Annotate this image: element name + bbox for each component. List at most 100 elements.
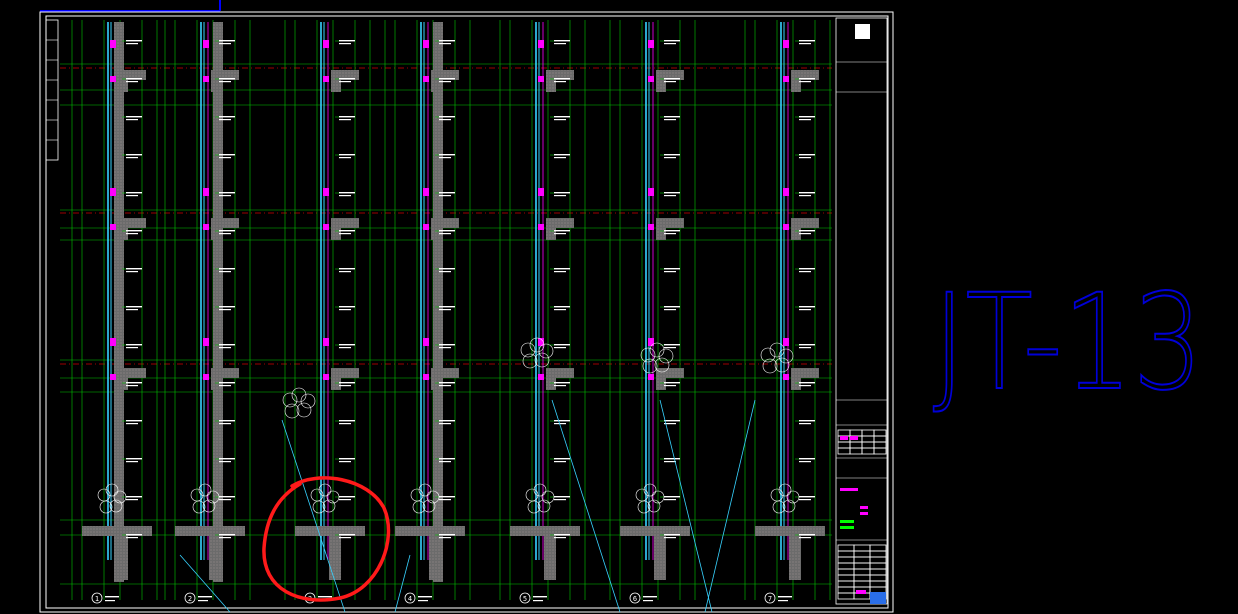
annotation-text	[664, 420, 680, 422]
annotation-text	[219, 344, 235, 346]
anchor-block	[203, 374, 209, 380]
detail-number: 4	[408, 595, 412, 603]
annotation-text	[439, 382, 455, 384]
annotation-text	[439, 385, 451, 387]
annotation-text	[799, 233, 811, 235]
detail-number: 6	[633, 595, 637, 603]
annotation-text	[339, 233, 351, 235]
annotation-text	[799, 309, 811, 311]
floor-slab	[118, 218, 146, 228]
annotation-text	[554, 230, 570, 232]
annotation-text	[219, 192, 235, 194]
annotation-text	[439, 192, 455, 194]
annotation-text	[219, 119, 231, 121]
annotation-text	[339, 154, 355, 156]
concrete-wall	[213, 22, 223, 582]
annotation-text	[126, 43, 138, 45]
annotation-text	[339, 461, 351, 463]
anchor-block	[323, 338, 329, 346]
annotation-text	[664, 195, 676, 197]
annotation-text	[439, 154, 455, 156]
annotation-text	[339, 81, 351, 83]
annotation-text	[799, 157, 811, 159]
annotation-text	[799, 344, 815, 346]
detail-caption	[418, 596, 432, 598]
concrete-wall	[114, 22, 124, 582]
annotation-text	[664, 534, 680, 536]
annotation-text	[664, 382, 680, 384]
annotation-text	[554, 461, 566, 463]
annotation-text	[339, 499, 351, 501]
annotation-text	[219, 499, 231, 501]
annotation-text	[554, 385, 566, 387]
anchor-block	[110, 40, 116, 48]
annotation-text	[219, 347, 231, 349]
anchor-block	[538, 374, 544, 380]
annotation-text	[339, 192, 355, 194]
annotation-text	[339, 537, 351, 539]
annotation-text	[554, 458, 570, 460]
annotation-text	[126, 192, 142, 194]
annotation-text	[339, 157, 351, 159]
annotation-text	[126, 81, 138, 83]
annotation-text	[799, 461, 811, 463]
annotation-text	[554, 499, 566, 501]
annotation-text	[219, 534, 235, 536]
annotation-text	[126, 306, 142, 308]
anchor-block	[323, 76, 329, 82]
anchor-block	[110, 224, 116, 230]
floor-slab	[431, 218, 459, 228]
anchor-block	[323, 188, 329, 196]
annotation-text	[339, 420, 355, 422]
base-pier	[654, 536, 666, 580]
annotation-text	[554, 268, 570, 270]
annotation-text	[554, 192, 570, 194]
annotation-text	[339, 268, 355, 270]
annotation-text	[439, 233, 451, 235]
annotation-text	[799, 420, 815, 422]
anchor-block	[323, 374, 329, 380]
annotation-text	[554, 116, 570, 118]
annotation-text	[439, 496, 455, 498]
anchor-block	[783, 40, 789, 48]
annotation-text	[664, 499, 676, 501]
anchor-block	[423, 224, 429, 230]
anchor-block	[648, 188, 654, 196]
annotation-text	[664, 496, 680, 498]
annotation-text	[126, 347, 138, 349]
annotation-text	[219, 78, 235, 80]
annotation-text	[554, 40, 570, 42]
slab-beam	[211, 378, 221, 390]
floor-slab	[546, 368, 574, 378]
annotation-text	[339, 458, 355, 460]
annotation-text	[126, 461, 138, 463]
anchor-block	[538, 76, 544, 82]
annotation-text	[439, 116, 455, 118]
detail-caption	[643, 596, 657, 598]
annotation-text	[219, 385, 231, 387]
floor-slab	[656, 218, 684, 228]
annotation-text	[439, 81, 451, 83]
annotation-text	[219, 116, 235, 118]
anchor-block	[648, 76, 654, 82]
floor-slab	[331, 218, 359, 228]
anchor-block	[110, 188, 116, 196]
annotation-text	[664, 40, 680, 42]
annotation-text	[219, 233, 231, 235]
annotation-text	[664, 306, 680, 308]
annotation-text	[799, 347, 811, 349]
annotation-text	[554, 271, 566, 273]
annotation-text	[554, 119, 566, 121]
slab-beam	[791, 378, 801, 390]
annotation-text	[339, 382, 355, 384]
drawing-number-label: JT-13	[933, 266, 1203, 420]
annotation-text	[339, 40, 355, 42]
annotation-text	[439, 458, 455, 460]
cad-drawing-canvas[interactable]: 1234567 JT-13	[0, 0, 1238, 614]
annotation-text	[554, 309, 566, 311]
annotation-text	[339, 271, 351, 273]
annotation-text	[126, 119, 138, 121]
annotation-text	[126, 458, 142, 460]
annotation-text	[339, 496, 355, 498]
annotation-text	[339, 78, 355, 80]
